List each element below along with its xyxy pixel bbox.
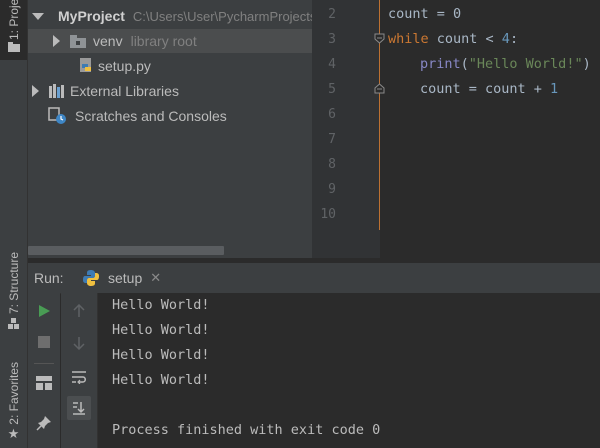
scratches-label: Scratches and Consoles: [75, 108, 227, 124]
soft-wrap-icon: [72, 371, 86, 384]
scratches-icon: [48, 107, 66, 124]
tree-item-venv[interactable]: venv library root: [28, 29, 312, 53]
line-number: 7: [328, 132, 336, 147]
favorites-tool-tab[interactable]: 2: Favorites ★: [0, 362, 27, 448]
python-file-icon: [80, 58, 91, 72]
code-text: count = count +: [420, 81, 551, 97]
line-number: 2: [328, 7, 336, 22]
line-number: 10: [320, 207, 336, 222]
fold-end-marker-icon[interactable]: [374, 83, 385, 94]
run-panel-header: Run: setup ✕: [28, 262, 600, 294]
layout-button[interactable]: [32, 371, 56, 395]
pin-button[interactable]: [32, 411, 56, 435]
run-toolbar-secondary: [61, 293, 98, 448]
folder-icon: [70, 34, 86, 48]
star-icon: ★: [7, 426, 20, 442]
play-icon: [39, 305, 50, 317]
line-number: 5: [328, 82, 336, 97]
console-line: Hello World!: [112, 372, 210, 388]
builtin-print: print: [420, 56, 461, 72]
horizontal-scrollbar[interactable]: [28, 246, 224, 255]
line-number: 9: [328, 182, 336, 197]
code-text: (: [460, 56, 469, 72]
structure-tab-label: 7: Structure: [6, 252, 21, 315]
arrow-down-icon: [73, 337, 85, 350]
keyword-while: while: [388, 31, 429, 47]
line-number: 4: [328, 57, 336, 72]
soft-wrap-button[interactable]: [67, 365, 91, 389]
toolbar-divider: [34, 363, 54, 364]
scroll-to-end-button[interactable]: [67, 396, 91, 420]
libraries-icon: [49, 84, 64, 98]
number-literal: 4: [501, 31, 510, 47]
project-panel: MyProject C:\Users\User\PycharmProjects …: [28, 0, 312, 258]
close-tab-icon[interactable]: ✕: [150, 271, 161, 286]
expand-arrow-icon[interactable]: [32, 12, 44, 20]
console-line: Hello World!: [112, 322, 210, 338]
code-text: :: [509, 31, 519, 47]
folder-icon: [7, 42, 20, 52]
setup-py-label: setup.py: [98, 58, 151, 74]
project-root-name: MyProject: [58, 8, 125, 24]
favorites-tab-label: 2: Favorites: [6, 362, 21, 425]
tree-item-external-libraries[interactable]: External Libraries: [28, 79, 312, 103]
console-line: Hello World!: [112, 347, 210, 363]
scroll-to-end-icon: [73, 402, 85, 415]
code-line-3[interactable]: while count < 4:: [388, 27, 518, 52]
arrow-up-icon: [73, 304, 85, 317]
line-number: 6: [328, 107, 336, 122]
left-tool-stripe: 1: Project 7: Structure 2: Favorites ★: [0, 0, 28, 448]
code-line-5[interactable]: count = count + 1: [420, 77, 558, 102]
number-literal: 1: [550, 81, 559, 97]
venv-label: venv: [93, 33, 123, 49]
venv-hint: library root: [130, 33, 197, 49]
rerun-button[interactable]: [32, 299, 56, 323]
pin-icon: [36, 416, 51, 431]
run-tab-label: setup: [108, 270, 143, 286]
stop-icon: [38, 336, 50, 348]
string-literal: "Hello World!": [468, 56, 583, 72]
run-tab-setup[interactable]: setup ✕: [82, 265, 161, 291]
project-root-path: C:\Users\User\PycharmProjects: [132, 8, 312, 24]
project-tool-tab[interactable]: 1: Project: [0, 0, 27, 60]
stop-button[interactable]: [32, 330, 56, 354]
collapse-arrow-icon[interactable]: [53, 35, 60, 47]
external-libraries-label: External Libraries: [70, 83, 179, 99]
code-line-4[interactable]: print("Hello World!"): [420, 52, 591, 77]
code-text: count <: [428, 31, 502, 47]
fold-marker-icon[interactable]: [374, 33, 385, 44]
console-line: Process finished with exit code 0: [112, 422, 381, 438]
code-line-2[interactable]: count = 0: [388, 2, 461, 27]
python-icon: [83, 270, 99, 286]
console-line: Hello World!: [112, 297, 210, 313]
run-label: Run:: [34, 270, 64, 286]
tree-root-myproject[interactable]: MyProject C:\Users\User\PycharmProjects: [28, 4, 312, 28]
structure-tool-tab[interactable]: 7: Structure: [0, 252, 27, 342]
line-number: 8: [328, 157, 336, 172]
code-text: ): [582, 56, 591, 72]
scroll-up-button[interactable]: [67, 299, 91, 323]
tree-item-setup-py[interactable]: setup.py: [28, 54, 312, 78]
scroll-down-button[interactable]: [67, 331, 91, 355]
collapse-arrow-icon[interactable]: [32, 85, 39, 97]
code-text: count = 0: [388, 6, 462, 22]
run-toolbar-primary: [28, 293, 60, 448]
project-tab-label: 1: Project: [6, 0, 21, 40]
tree-item-scratches[interactable]: Scratches and Consoles: [28, 104, 312, 128]
layout-icon: [36, 376, 52, 390]
line-number: 3: [328, 32, 336, 47]
structure-icon: [7, 318, 19, 330]
